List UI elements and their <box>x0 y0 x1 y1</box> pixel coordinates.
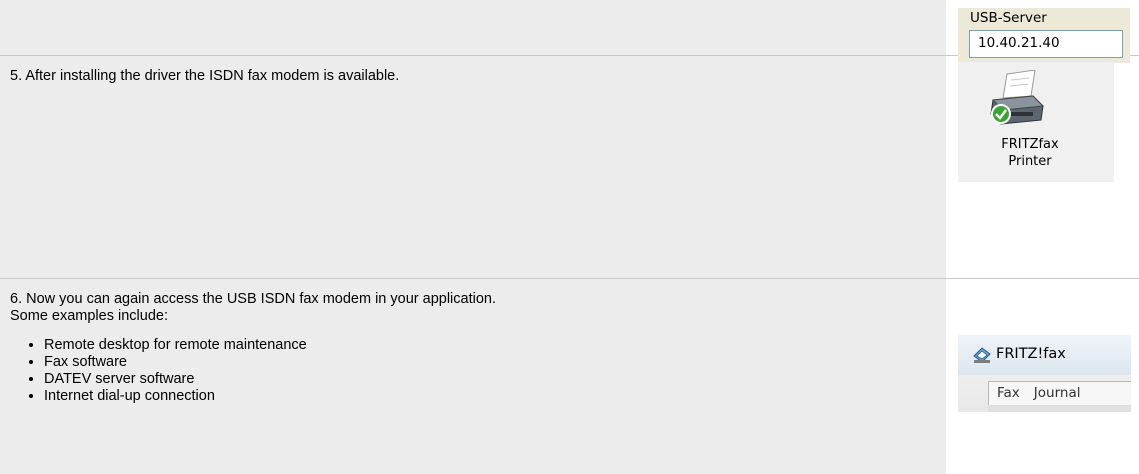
usb-server-field[interactable]: 10.40.21.40 <box>969 30 1123 58</box>
usb-server-label: USB-Server <box>970 10 1047 26</box>
menu-fax[interactable]: Fax <box>997 385 1020 401</box>
printer-label-line1: FRITZfax <box>1001 137 1059 152</box>
list-item: Fax software <box>44 354 936 371</box>
list-item: Remote desktop for remote maintenance <box>44 337 936 354</box>
row1-text-cell <box>0 0 946 55</box>
step6-subtext: Some examples include: <box>10 308 168 324</box>
printer-label: FRITZfax Printer <box>980 136 1080 170</box>
step5-text-cell: 5. After installing the driver the ISDN … <box>0 56 946 278</box>
fritzfax-title: FRITZ!fax <box>996 346 1066 362</box>
step5-text: 5. After installing the driver the ISDN … <box>10 68 400 84</box>
step6-text-cell: 6. Now you can again access the USB ISDN… <box>0 279 946 474</box>
fax-app-icon <box>973 347 991 363</box>
menu-journal[interactable]: Journal <box>1034 385 1081 401</box>
list-item: DATEV server software <box>44 371 936 388</box>
examples-list: Remote desktop for remote maintenance Fa… <box>10 337 936 405</box>
step6-text: 6. Now you can again access the USB ISDN… <box>10 291 496 307</box>
fritzfax-window: FRITZ!fax Fax Journal <box>958 335 1131 412</box>
fritzfax-menubar-shadow <box>988 405 1131 412</box>
printer-icon[interactable] <box>987 70 1047 132</box>
list-item: Internet dial-up connection <box>44 388 936 405</box>
fritzfax-menubar: Fax Journal <box>988 381 1131 405</box>
printer-label-line2: Printer <box>1008 154 1052 169</box>
